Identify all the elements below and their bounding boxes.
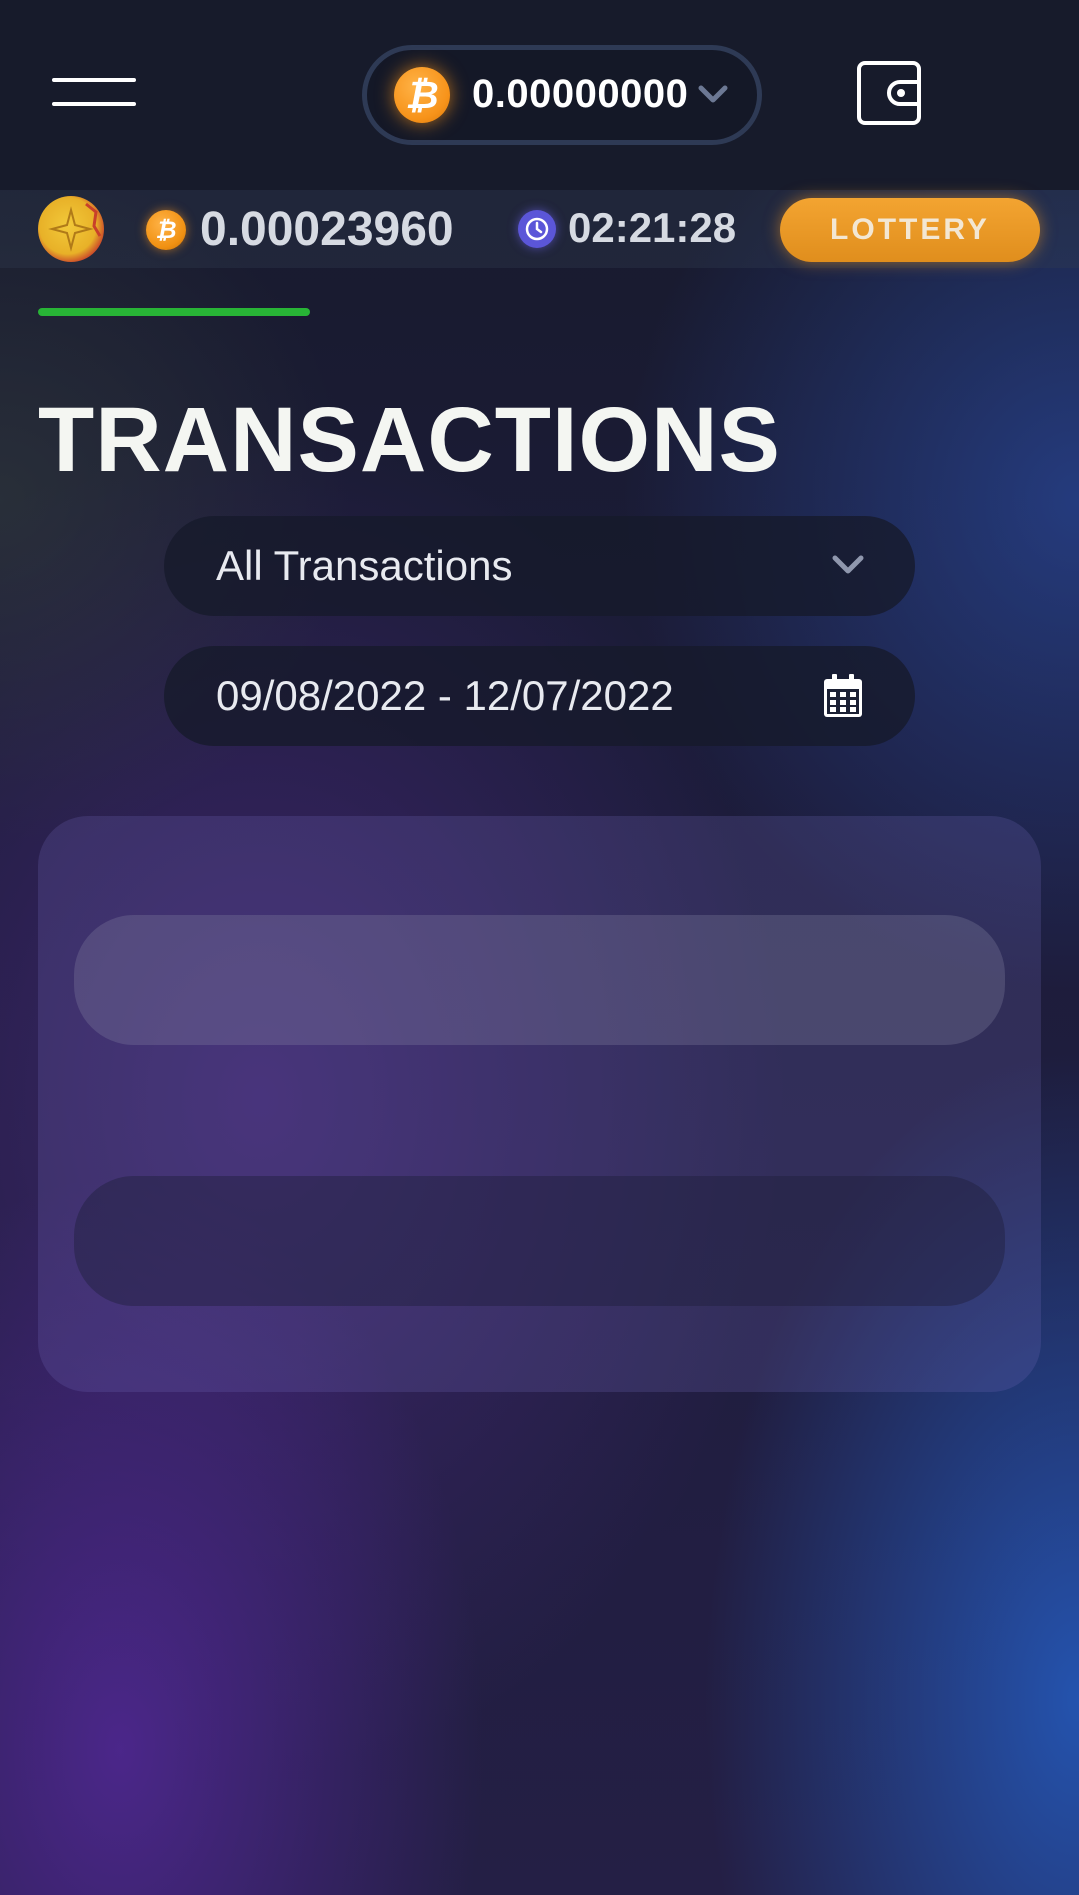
earned-balance: 0.00023960 [200, 203, 454, 256]
top-header: ₿ 0.00000000 [0, 0, 1079, 190]
calendar-icon[interactable] [823, 674, 863, 718]
countdown-timer: 02:21:28 [568, 204, 737, 251]
loading-placeholder [74, 1176, 1005, 1306]
hamburger-menu-icon [52, 78, 136, 82]
lottery-button[interactable]: LOTTERY [780, 198, 1040, 262]
transaction-type-select[interactable]: All Transactions [164, 516, 915, 616]
wallet-icon[interactable] [856, 60, 922, 126]
bitcoin-icon: ₿ [394, 67, 450, 123]
avatar-emblem-icon [48, 202, 102, 252]
status-bar: ₿ 0.00023960 02:21:28 LOTTERY [0, 190, 1079, 268]
page-title: TRANSACTIONS [38, 389, 781, 491]
progress-indicator [38, 308, 310, 316]
clock-icon [518, 210, 556, 248]
wallet-balance: 0.00000000 [472, 72, 689, 116]
transaction-type-value: All Transactions [216, 542, 513, 589]
date-range-value: 09/08/2022 - 12/07/2022 [216, 672, 674, 719]
balance-selector[interactable]: ₿ 0.00000000 [362, 45, 762, 145]
avatar[interactable] [38, 196, 104, 262]
loading-placeholder [74, 915, 1005, 1045]
date-range-picker[interactable]: 09/08/2022 - 12/07/2022 [164, 646, 915, 746]
bitcoin-icon: ₿ [146, 210, 186, 250]
menu-button[interactable] [52, 78, 136, 108]
chevron-down-icon [698, 85, 728, 103]
transactions-card [38, 816, 1041, 1392]
chevron-down-icon [832, 555, 864, 574]
